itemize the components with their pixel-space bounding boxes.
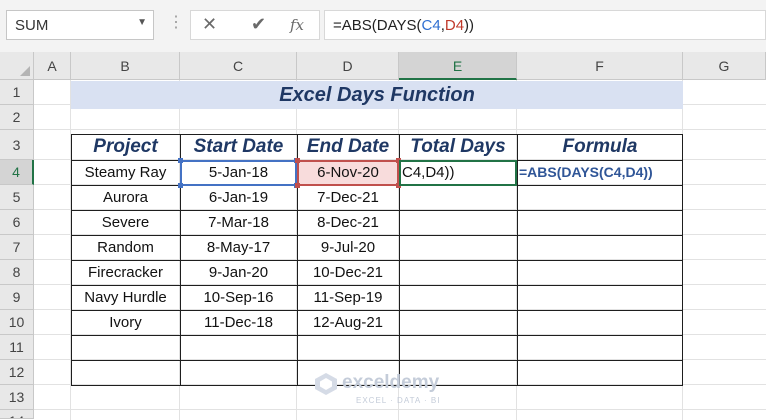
row-header-13[interactable]: 13 bbox=[0, 385, 34, 410]
header-start-date[interactable]: Start Date bbox=[180, 134, 297, 160]
column-header-c[interactable]: C bbox=[180, 52, 297, 80]
formula-bar-separator: ⋮ bbox=[168, 14, 184, 31]
row-header-9[interactable]: 9 bbox=[0, 285, 34, 310]
exceldemy-watermark: exceldemy EXCEL · DATA · BI bbox=[312, 370, 462, 410]
cell-b7[interactable]: Random bbox=[71, 235, 180, 260]
insert-function-icon[interactable]: fx bbox=[290, 16, 304, 34]
cell-c4[interactable]: 5-Jan-18 bbox=[180, 160, 297, 185]
row-header-2[interactable]: 2 bbox=[0, 105, 34, 130]
name-box[interactable]: SUM ▼ bbox=[6, 10, 154, 40]
column-header-b[interactable]: B bbox=[71, 52, 180, 80]
cell-c8[interactable]: 9-Jan-20 bbox=[180, 260, 297, 285]
cell-c10[interactable]: 11-Dec-18 bbox=[180, 310, 297, 335]
worksheet-grid: A B C D E F G 1 2 3 4 5 6 7 8 9 10 11 12… bbox=[0, 52, 766, 420]
cell-b10[interactable]: Ivory bbox=[71, 310, 180, 335]
cell-c7[interactable]: 8-May-17 bbox=[180, 235, 297, 260]
column-header-g[interactable]: G bbox=[683, 52, 766, 80]
cell-c6[interactable]: 7-Mar-18 bbox=[180, 210, 297, 235]
row-header-7[interactable]: 7 bbox=[0, 235, 34, 260]
enter-icon[interactable]: ✔ bbox=[251, 14, 266, 35]
header-total-days[interactable]: Total Days bbox=[399, 134, 517, 160]
cell-d8[interactable]: 10-Dec-21 bbox=[297, 260, 399, 285]
table-divider bbox=[71, 335, 683, 336]
column-header-e[interactable]: E bbox=[399, 52, 517, 80]
watermark-name: exceldemy bbox=[342, 372, 440, 393]
cell-d9[interactable]: 11-Sep-19 bbox=[297, 285, 399, 310]
formula-suffix: )) bbox=[464, 17, 475, 34]
gridline bbox=[34, 129, 766, 130]
cell-d7[interactable]: 9-Jul-20 bbox=[297, 235, 399, 260]
cancel-icon[interactable]: ✕ bbox=[202, 14, 217, 35]
watermark-sub: EXCEL · DATA · BI bbox=[356, 396, 441, 405]
cell-b9[interactable]: Navy Hurdle bbox=[71, 285, 180, 310]
cell-f4[interactable]: =ABS(DAYS(C4,D4)) bbox=[519, 160, 653, 185]
row-header-14[interactable]: 14 bbox=[0, 410, 34, 419]
row-header-10[interactable]: 10 bbox=[0, 310, 34, 335]
formula-buttons: ✕ ✔ fx bbox=[190, 10, 320, 40]
header-project[interactable]: Project bbox=[71, 134, 180, 160]
cell-b4[interactable]: Steamy Ray bbox=[71, 160, 180, 185]
formula-input[interactable]: =ABS(DAYS(C4,D4)) bbox=[324, 10, 766, 40]
cell-b6[interactable]: Severe bbox=[71, 210, 180, 235]
sheet-title[interactable]: Excel Days Function bbox=[71, 81, 683, 109]
column-header-f[interactable]: F bbox=[517, 52, 683, 80]
column-header-a[interactable]: A bbox=[34, 52, 71, 80]
cell-e4-editing-text: C4,D4)) bbox=[402, 164, 455, 181]
row-header-3[interactable]: 3 bbox=[0, 130, 34, 160]
row-header-8[interactable]: 8 bbox=[0, 260, 34, 285]
cell-d6[interactable]: 8-Dec-21 bbox=[297, 210, 399, 235]
row-header-4[interactable]: 4 bbox=[0, 160, 34, 185]
formula-prefix: =ABS(DAYS( bbox=[333, 17, 422, 34]
cell-b5[interactable]: Aurora bbox=[71, 185, 180, 210]
row-header-5[interactable]: 5 bbox=[0, 185, 34, 210]
cell-c9[interactable]: 10-Sep-16 bbox=[180, 285, 297, 310]
cell-d10[interactable]: 12-Aug-21 bbox=[297, 310, 399, 335]
row-header-11[interactable]: 11 bbox=[0, 335, 34, 360]
header-formula[interactable]: Formula bbox=[517, 134, 683, 160]
cell-d4[interactable]: 6-Nov-20 bbox=[297, 160, 399, 185]
header-end-date[interactable]: End Date bbox=[297, 134, 399, 160]
cell-b8[interactable]: Firecracker bbox=[71, 260, 180, 285]
table-divider bbox=[71, 360, 683, 361]
row-header-6[interactable]: 6 bbox=[0, 210, 34, 235]
cell-c5[interactable]: 6-Jan-19 bbox=[180, 185, 297, 210]
row-header-12[interactable]: 12 bbox=[0, 360, 34, 385]
name-box-value: SUM bbox=[15, 17, 49, 34]
select-all-button[interactable] bbox=[0, 52, 34, 80]
chevron-down-icon[interactable]: ▼ bbox=[137, 17, 147, 28]
exceldemy-logo-icon bbox=[315, 373, 337, 395]
select-all-triangle-icon bbox=[20, 66, 30, 76]
column-header-d[interactable]: D bbox=[297, 52, 399, 80]
formula-ref-c4: C4 bbox=[421, 17, 441, 34]
formula-text: =ABS(DAYS(C4,D4)) bbox=[333, 17, 474, 34]
formula-ref-d4: D4 bbox=[444, 17, 465, 34]
row-header-1[interactable]: 1 bbox=[0, 80, 34, 105]
formula-bar: SUM ▼ ⋮ ✕ ✔ fx =ABS(DAYS(C4,D4)) bbox=[0, 0, 766, 52]
cell-d5[interactable]: 7-Dec-21 bbox=[297, 185, 399, 210]
